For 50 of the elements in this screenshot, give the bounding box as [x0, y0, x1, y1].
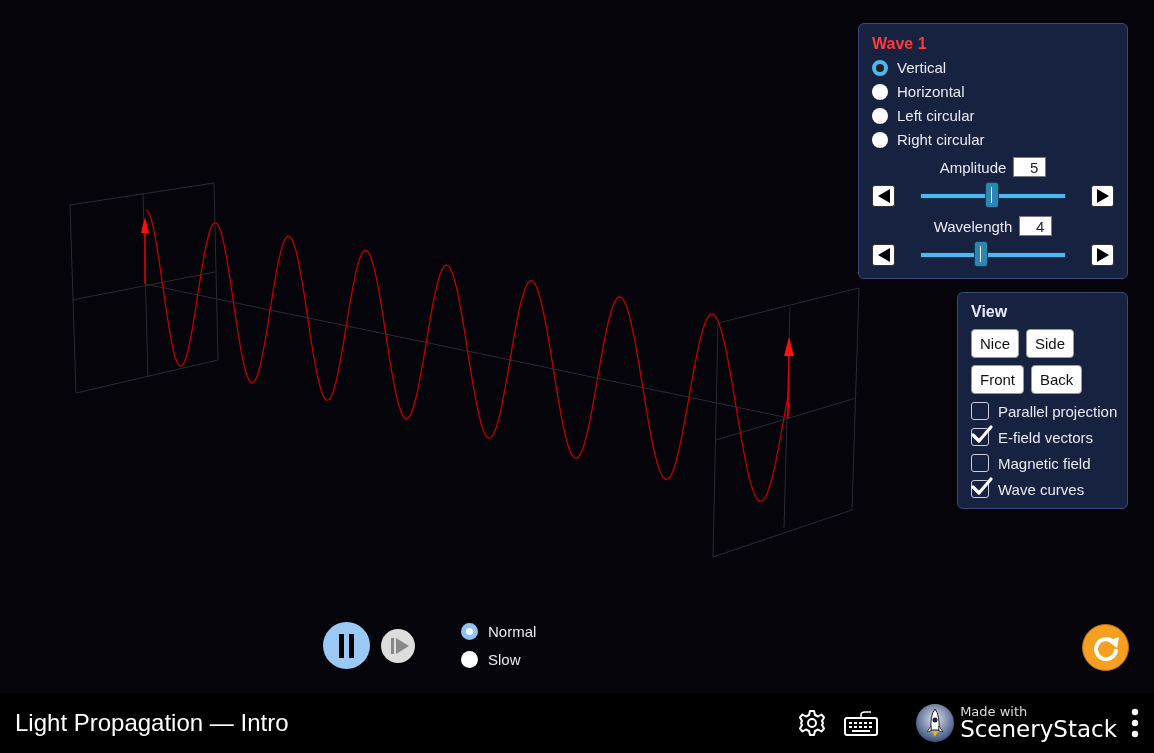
radio-label: Vertical: [897, 59, 947, 76]
radio-label: Slow: [488, 651, 521, 668]
right-arrow-icon: [1095, 248, 1110, 262]
radio-label: Horizontal: [897, 83, 965, 100]
view-button[interactable]: Back: [1031, 365, 1083, 394]
checkbox[interactable]: [971, 402, 989, 420]
step-icon: [390, 637, 409, 654]
checkbox-label: Magnetic field: [998, 454, 1091, 472]
brand-name: SceneryStack: [960, 718, 1117, 741]
panel-title: Wave 1: [872, 35, 928, 53]
radio-label: Right circular: [897, 131, 985, 148]
decrement-button[interactable]: [872, 185, 895, 207]
slider-thumb[interactable]: [984, 182, 999, 208]
checkbox-label: E-field vectors: [998, 428, 1094, 446]
left-arrow-icon: [876, 189, 891, 203]
settings-icon[interactable]: [798, 709, 827, 737]
brand-tagline: Made with: [960, 705, 1029, 718]
radio-button[interactable]: [872, 107, 888, 124]
checkbox-label: Parallel projection: [998, 402, 1118, 420]
radio-button[interactable]: [461, 623, 478, 640]
radio-button[interactable]: [872, 59, 888, 76]
slider-label: Amplitude: [939, 158, 1007, 176]
radio-button[interactable]: [872, 83, 888, 100]
right-arrow-icon: [1095, 189, 1110, 203]
radio-label: Left circular: [897, 107, 975, 124]
checkbox[interactable]: [971, 454, 989, 472]
view-button[interactable]: Side: [1026, 329, 1075, 358]
panel-title: View: [971, 303, 1009, 321]
checkbox-label: Wave curves: [998, 480, 1085, 498]
slider-label: Wavelength: [933, 217, 1013, 235]
decrement-button[interactable]: [872, 244, 895, 266]
view-button[interactable]: Front: [971, 365, 1024, 394]
value-display: 4: [1019, 216, 1053, 236]
sim-title: Light Propagation — Intro: [15, 709, 289, 737]
increment-button[interactable]: [1091, 185, 1114, 207]
radio-button[interactable]: [872, 131, 888, 148]
view-button[interactable]: Nice: [971, 329, 1019, 358]
value-display: 5: [1013, 157, 1047, 177]
radio-label: Normal: [488, 623, 537, 640]
play-pause-button[interactable]: [323, 622, 370, 669]
reset-button[interactable]: [1082, 624, 1129, 671]
pause-icon: [338, 633, 355, 658]
slider-thumb[interactable]: [974, 241, 989, 267]
increment-button[interactable]: [1091, 244, 1114, 266]
keyboard-icon[interactable]: [844, 710, 879, 736]
step-button[interactable]: [381, 628, 415, 663]
rocket-logo-icon: [916, 704, 955, 742]
menu-icon[interactable]: [1131, 708, 1139, 738]
left-arrow-icon: [876, 248, 891, 262]
radio-button[interactable]: [461, 651, 478, 668]
